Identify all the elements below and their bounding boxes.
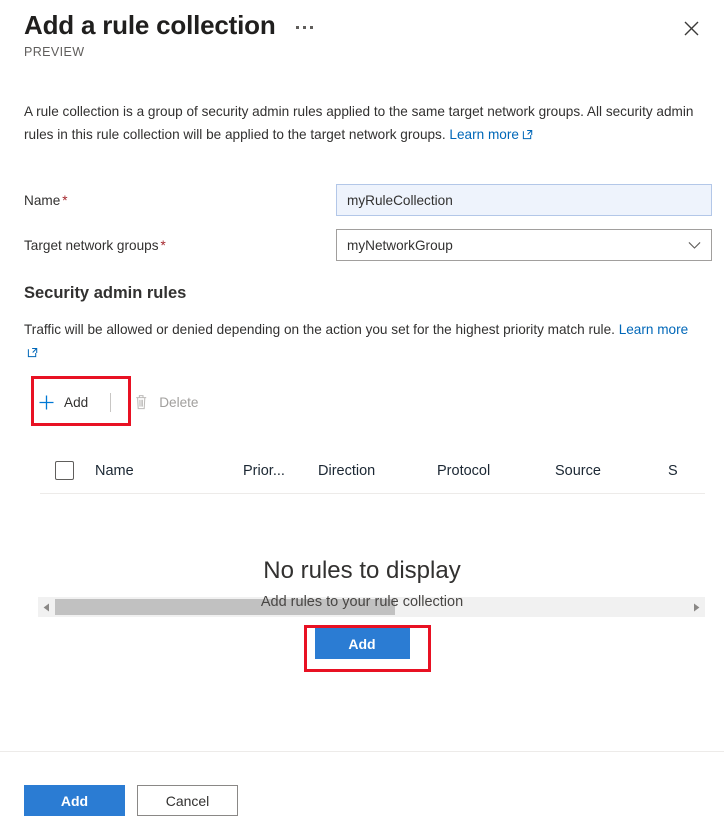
column-header-direction[interactable]: Direction [318, 463, 437, 479]
empty-state-action-wrap: Add [0, 628, 724, 659]
intro-description: A rule collection is a group of security… [24, 100, 700, 147]
footer-add-button[interactable]: Add [24, 785, 125, 816]
rules-table: Name Prior... Direction Protocol Source … [40, 448, 705, 494]
chevron-down-icon [688, 241, 701, 250]
toolbar-add-label: Add [64, 394, 89, 410]
toolbar-delete-button[interactable]: Delete [119, 380, 212, 424]
close-icon[interactable] [676, 13, 706, 43]
table-header-row: Name Prior... Direction Protocol Source … [40, 448, 705, 494]
footer-cancel-button[interactable]: Cancel [137, 785, 238, 816]
intro-learn-more-link[interactable]: Learn more [449, 127, 519, 142]
column-header-protocol[interactable]: Protocol [437, 463, 555, 479]
section-description: Traffic will be allowed or denied depend… [24, 318, 702, 365]
column-header-name[interactable]: Name [95, 463, 243, 479]
form-row-target-network-groups: Target network groups * myNetworkGroup [24, 229, 712, 261]
external-link-icon [27, 342, 38, 365]
empty-state-add-button[interactable]: Add [314, 628, 410, 659]
footer-actions: Add Cancel [24, 785, 238, 816]
ellipsis-dots [296, 25, 314, 29]
select-all-checkbox[interactable] [55, 461, 74, 480]
target-network-groups-label: Target network groups * [24, 238, 336, 253]
intro-description-text: A rule collection is a group of security… [24, 104, 694, 142]
name-label-text: Name [24, 192, 61, 208]
toolbar-delete-label: Delete [159, 394, 199, 410]
section-learn-more-link[interactable]: Learn more [619, 322, 689, 337]
target-network-groups-value: myNetworkGroup [347, 237, 453, 253]
target-network-groups-label-text: Target network groups [24, 237, 159, 253]
target-network-groups-dropdown[interactable]: myNetworkGroup [336, 229, 712, 261]
title-row: Add a rule collection [24, 8, 318, 42]
empty-state-subtitle: Add rules to your rule collection [260, 594, 464, 610]
name-required-marker: * [62, 192, 68, 208]
rules-empty-state: No rules to display Add rules to your ru… [0, 555, 724, 659]
column-header-source-port[interactable]: S [668, 463, 708, 479]
name-field-label: Name * [24, 193, 336, 208]
external-link-icon [522, 124, 533, 147]
section-description-text: Traffic will be allowed or denied depend… [24, 322, 619, 337]
toolbar-separator [110, 392, 112, 412]
form-row-name: Name * myRuleCollection [24, 184, 712, 216]
blade-footer: Add Cancel [0, 751, 724, 829]
trash-icon [133, 394, 150, 411]
plus-icon [38, 394, 55, 411]
blade-header: Add a rule collection PREVIEW [0, 0, 724, 78]
rules-command-bar: Add Delete [24, 380, 212, 424]
column-header-priority[interactable]: Prior... [243, 463, 318, 479]
select-all-cell [40, 461, 95, 480]
name-input[interactable]: myRuleCollection [336, 184, 712, 216]
section-title-security-admin-rules: Security admin rules [24, 284, 187, 302]
blade-body: A rule collection is a group of security… [0, 78, 724, 751]
page-title: Add a rule collection [24, 10, 276, 40]
empty-state-title: No rules to display [263, 557, 461, 584]
more-options-icon[interactable] [292, 14, 318, 40]
name-input-value: myRuleCollection [347, 192, 453, 208]
target-network-groups-required-marker: * [160, 237, 166, 253]
toolbar-add-button[interactable]: Add [24, 380, 102, 424]
column-header-source[interactable]: Source [555, 463, 668, 479]
preview-badge: PREVIEW [24, 45, 85, 59]
